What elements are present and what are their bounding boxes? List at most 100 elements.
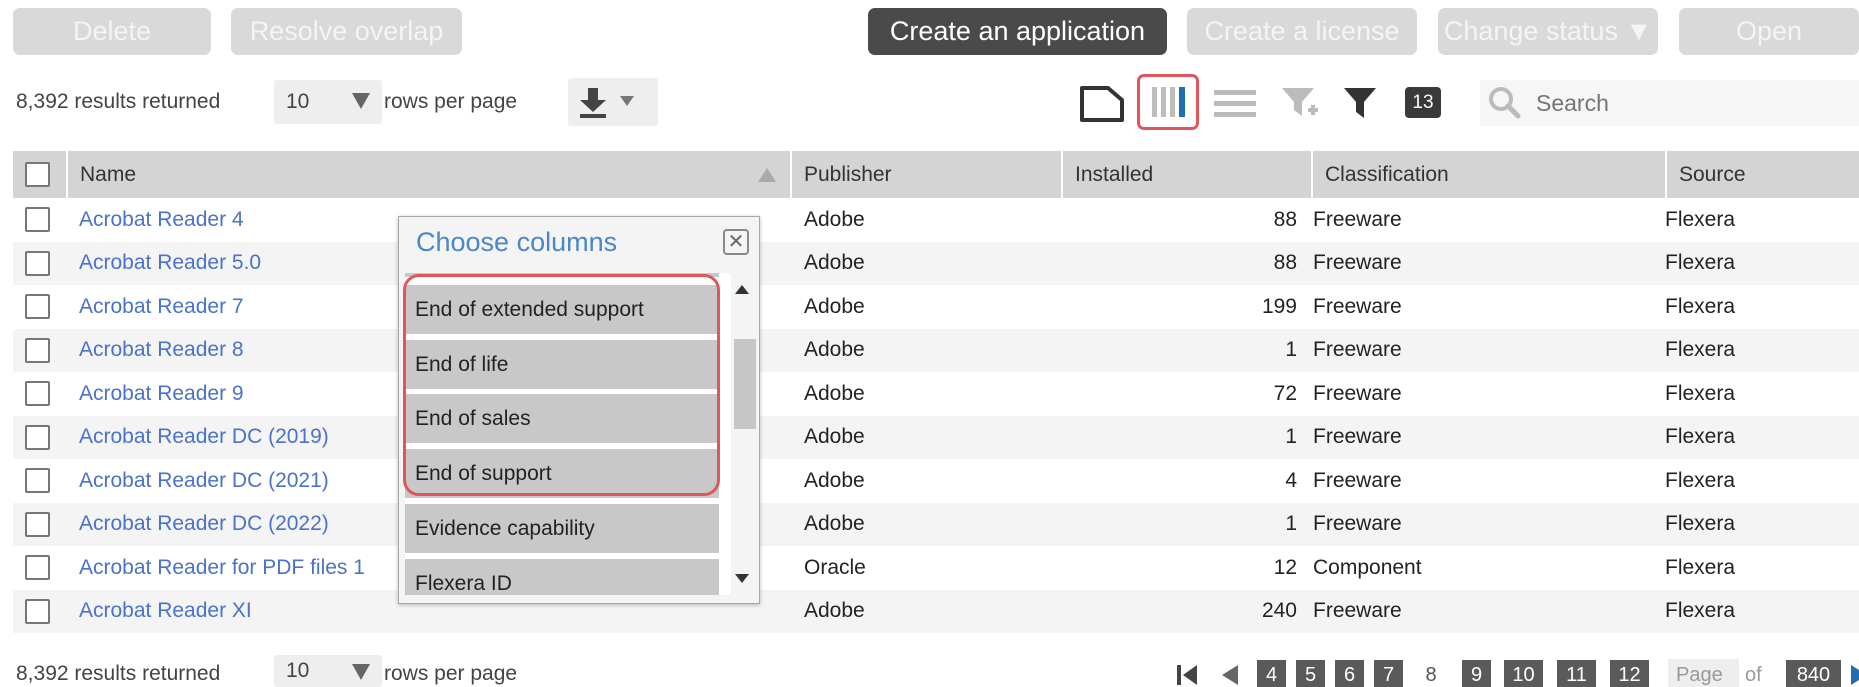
column-chooser-button[interactable] [1137, 74, 1199, 130]
application-name-link[interactable]: Acrobat Reader DC (2021) [79, 459, 329, 503]
table-row[interactable]: Acrobat Reader DC (2022) Adobe 1 Freeware Fl… [13, 502, 1859, 547]
row-checkbox[interactable] [25, 555, 50, 580]
first-page-button[interactable] [1175, 662, 1201, 687]
page-button[interactable]: 9 [1462, 660, 1491, 687]
change-status-button[interactable]: Change status ▼ [1438, 8, 1658, 55]
page-input[interactable]: Page [1668, 659, 1739, 687]
row-checkbox[interactable] [25, 511, 50, 537]
application-name-link[interactable]: Acrobat Reader 9 [79, 372, 244, 416]
row-checkbox[interactable] [25, 337, 50, 363]
table-row[interactable]: Acrobat Reader for PDF files 1 Oracle 12 Co… [13, 546, 1859, 590]
scroll-up-icon[interactable] [735, 285, 749, 294]
publisher-cell: Adobe [804, 251, 865, 275]
application-name-link[interactable]: Acrobat Reader DC (2022) [79, 503, 329, 547]
row-checkbox[interactable] [25, 294, 50, 319]
select-all-checkbox[interactable] [25, 162, 50, 187]
application-name-link[interactable]: Acrobat Reader 5.0 [79, 242, 261, 286]
filter-count-badge: 13 [1405, 87, 1441, 118]
chevron-down-icon [352, 664, 370, 680]
bookmark-button[interactable] [1078, 84, 1126, 124]
source-cell: Flexera [1665, 207, 1736, 231]
installed-cell: 240 [1261, 599, 1297, 623]
page-button[interactable]: 5 [1296, 660, 1325, 687]
resolve-overlap-button[interactable]: Resolve overlap [231, 8, 462, 55]
filter-icon [1344, 88, 1376, 118]
application-name-link[interactable]: Acrobat Reader for PDF files 1 [79, 546, 365, 590]
bottom-rows-per-page-value: 10 [286, 659, 310, 682]
bottom-rows-per-page-select[interactable]: 10 [274, 655, 382, 687]
application-name-link[interactable]: Acrobat Reader 4 [79, 198, 244, 242]
publisher-cell: Adobe [804, 599, 865, 623]
column-header-name[interactable]: Name [66, 151, 790, 198]
installed-cell: 4 [1285, 468, 1297, 492]
group-by-button[interactable] [1210, 84, 1260, 124]
delete-button[interactable]: Delete [13, 8, 211, 55]
rows-per-page-select[interactable]: 10 [274, 80, 382, 124]
publisher-cell: Adobe [804, 425, 865, 449]
page-button[interactable]: 11 [1557, 660, 1596, 687]
publisher-cell: Adobe [804, 207, 865, 231]
next-page-icon [1851, 665, 1859, 685]
add-filter-button[interactable] [1278, 82, 1322, 126]
filter-button[interactable] [1340, 82, 1380, 126]
application-name-link[interactable]: Acrobat Reader 8 [79, 329, 244, 373]
source-cell: Flexera [1665, 338, 1736, 362]
scrollbar-thumb[interactable] [734, 339, 756, 429]
publisher-cell: Adobe [804, 294, 865, 318]
table-row[interactable]: Acrobat Reader DC (2019) Adobe 1 Freeware Fl… [13, 415, 1859, 460]
row-checkbox[interactable] [25, 250, 50, 276]
column-list-scrollbar[interactable] [731, 273, 756, 595]
column-header-publisher[interactable]: Publisher [790, 151, 1061, 198]
page-button[interactable]: 4 [1257, 660, 1286, 687]
table-row[interactable]: Acrobat Reader DC (2021) Adobe 4 Freeware Fl… [13, 459, 1859, 503]
application-name-link[interactable]: Acrobat Reader DC (2019) [79, 416, 329, 460]
table-row[interactable]: Acrobat Reader 9 Adobe 72 Freeware Flexera [13, 372, 1859, 416]
close-icon[interactable]: ✕ [723, 229, 749, 255]
classification-cell: Freeware [1313, 251, 1402, 275]
create-application-button[interactable]: Create an application [868, 8, 1167, 55]
column-header-installed[interactable]: Installed [1061, 151, 1311, 198]
table-row[interactable]: Acrobat Reader 5.0 Adobe 88 Freeware Flexera [13, 241, 1859, 286]
search-icon [1489, 87, 1521, 119]
row-checkbox[interactable] [25, 468, 50, 493]
source-cell: Flexera [1665, 381, 1736, 405]
search-input[interactable] [1536, 86, 1836, 120]
export-button[interactable] [568, 78, 658, 126]
scroll-down-icon[interactable] [735, 574, 749, 583]
table-row[interactable]: Acrobat Reader 7 Adobe 199 Freeware Flexera [13, 285, 1859, 329]
previous-page-button[interactable] [1218, 662, 1240, 687]
columns-icon [1152, 87, 1185, 117]
create-license-button[interactable]: Create a license [1187, 8, 1417, 55]
page-button[interactable]: 7 [1374, 660, 1403, 687]
page-button[interactable]: 10 [1504, 660, 1543, 687]
bookmark-icon [1080, 86, 1124, 122]
row-checkbox[interactable] [25, 424, 50, 450]
open-button[interactable]: Open [1679, 8, 1859, 55]
page-button[interactable]: 12 [1610, 660, 1649, 687]
table-row[interactable]: Acrobat Reader 8 Adobe 1 Freeware Flexera [13, 328, 1859, 373]
classification-cell: Freeware [1313, 381, 1402, 405]
application-name-link[interactable]: Acrobat Reader 7 [79, 285, 244, 329]
previous-page-icon [1222, 665, 1238, 685]
column-option[interactable]: Flexera ID [405, 559, 719, 595]
source-cell: Flexera [1665, 599, 1736, 623]
installed-cell: 1 [1285, 512, 1297, 536]
page-button[interactable]: 6 [1335, 660, 1364, 687]
row-checkbox[interactable] [25, 598, 50, 624]
search-box[interactable] [1480, 80, 1859, 126]
table-row[interactable]: Acrobat Reader 4 Adobe 88 Freeware Flexera [13, 198, 1859, 242]
installed-cell: 72 [1273, 381, 1297, 405]
column-header-source[interactable]: Source [1665, 151, 1859, 198]
next-page-button[interactable] [1849, 662, 1859, 687]
source-cell: Flexera [1665, 294, 1736, 318]
row-checkbox[interactable] [25, 381, 50, 406]
page-of-label: of [1745, 663, 1762, 686]
classification-cell: Freeware [1313, 599, 1402, 623]
application-name-link[interactable]: Acrobat Reader XI [79, 590, 252, 634]
column-header-classification[interactable]: Classification [1311, 151, 1665, 198]
publisher-cell: Adobe [804, 512, 865, 536]
row-checkbox[interactable] [25, 207, 50, 232]
column-option[interactable]: Evidence capability [405, 504, 719, 553]
table-row[interactable]: Acrobat Reader XI Adobe 240 Freeware Flexera [13, 589, 1859, 634]
source-cell: Flexera [1665, 251, 1736, 275]
